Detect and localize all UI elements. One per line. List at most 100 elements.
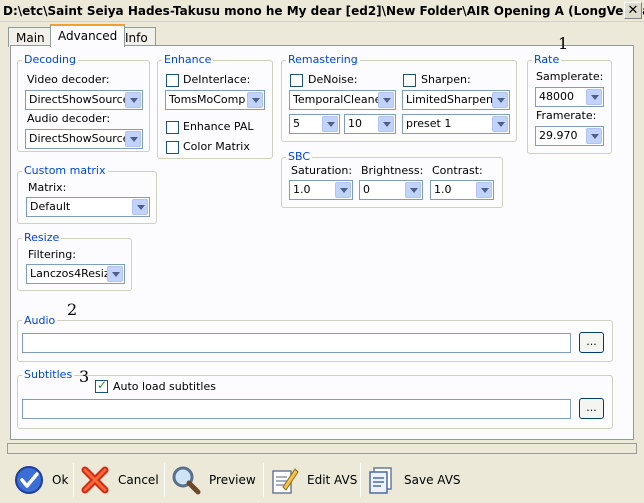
chevron-down-icon[interactable]	[335, 182, 351, 198]
audio-decoder-select[interactable]: DirectShowSource	[25, 129, 143, 149]
ok-label: Ok	[52, 473, 69, 487]
tab-main[interactable]: Main	[8, 27, 53, 47]
video-decoder-value: DirectShowSource	[29, 93, 130, 106]
toolbar-separator	[360, 463, 361, 497]
decoding-title: Decoding	[22, 53, 79, 66]
denoise-param2-select[interactable]: 10	[344, 114, 396, 134]
filtering-label: Filtering:	[28, 248, 76, 261]
matrix-select[interactable]: Default	[26, 197, 150, 217]
matrix-label: Matrix:	[28, 181, 67, 194]
window-title: D:\etc\Saint Seiya Hades-Takusu mono he …	[0, 0, 644, 22]
chevron-down-icon[interactable]	[378, 116, 394, 132]
samplerate-value: 48000	[539, 90, 574, 103]
filtering-select[interactable]: Lanczos4Resize	[26, 264, 125, 284]
samplerate-label: Samplerate:	[536, 70, 604, 83]
video-decoder-select[interactable]: DirectShowSource	[25, 90, 143, 110]
annotation-3: 3	[79, 367, 90, 386]
checkmark-icon	[14, 465, 44, 495]
framerate-label: Framerate:	[536, 109, 597, 122]
auto-load-subtitles-label: Auto load subtitles	[113, 380, 216, 393]
saturation-label: Saturation:	[291, 164, 353, 177]
framerate-select[interactable]: 29.970	[535, 126, 604, 146]
red-x-icon	[80, 465, 110, 495]
preview-label: Preview	[209, 473, 256, 487]
deinterlace-value: TomsMoComp	[169, 93, 246, 106]
custom-matrix-title: Custom matrix	[22, 164, 108, 177]
subtitles-file-input[interactable]	[22, 399, 571, 419]
audio-browse-button[interactable]: ...	[579, 332, 604, 353]
cancel-button[interactable]: Cancel	[80, 461, 159, 499]
toolbar-separator	[263, 463, 264, 497]
denoise-label: DeNoise:	[308, 73, 358, 86]
magnifier-icon	[171, 465, 201, 495]
contrast-select[interactable]: 1.0	[430, 180, 494, 200]
preview-button[interactable]: Preview	[171, 461, 256, 499]
saturation-select[interactable]: 1.0	[289, 180, 353, 200]
contrast-value: 1.0	[434, 183, 452, 196]
subtitles-title: Subtitles	[22, 368, 75, 381]
ok-button[interactable]: Ok	[14, 461, 68, 499]
sharpen-select[interactable]: LimitedSharpen	[402, 90, 510, 110]
framerate-value: 29.970	[539, 129, 578, 142]
close-button[interactable]: ✕	[624, 2, 642, 19]
toolbar-separator	[164, 463, 165, 497]
sharpen-value: LimitedSharpen	[406, 93, 493, 106]
chevron-down-icon[interactable]	[125, 131, 141, 147]
color-matrix-label: Color Matrix	[183, 140, 250, 153]
chevron-down-icon[interactable]	[476, 182, 492, 198]
denoise-checkbox[interactable]	[290, 74, 303, 87]
deinterlace-label: DeInterlace:	[183, 73, 251, 86]
edit-avs-label: Edit AVS	[307, 473, 358, 487]
progress-bar	[7, 443, 637, 454]
matrix-value: Default	[30, 200, 71, 213]
deinterlace-checkbox[interactable]	[166, 74, 179, 87]
brightness-select[interactable]: 0	[359, 180, 423, 200]
chevron-down-icon[interactable]	[378, 92, 394, 108]
denoise-value: TemporalCleaner	[293, 93, 386, 106]
enhance-pal-label: Enhance PAL	[183, 120, 254, 133]
subtitles-browse-button[interactable]: ...	[579, 398, 604, 419]
contrast-label: Contrast:	[432, 164, 483, 177]
resize-title: Resize	[22, 231, 62, 244]
cancel-label: Cancel	[118, 473, 159, 487]
brightness-value: 0	[363, 183, 370, 196]
chevron-down-icon[interactable]	[247, 92, 263, 108]
brightness-label: Brightness:	[361, 164, 424, 177]
saturation-value: 1.0	[293, 183, 311, 196]
audio-file-input[interactable]	[22, 333, 571, 353]
remastering-title: Remastering	[286, 53, 360, 66]
save-avs-button[interactable]: Save AVS	[366, 461, 461, 499]
toolbar-separator	[73, 463, 74, 497]
chevron-down-icon[interactable]	[586, 128, 602, 144]
denoise-select[interactable]: TemporalCleaner	[289, 90, 396, 110]
audio-decoder-value: DirectShowSource	[29, 132, 130, 145]
sharpen-preset-value: preset 1	[406, 117, 452, 130]
denoise-param1-select[interactable]: 5	[289, 114, 340, 134]
chevron-down-icon[interactable]	[107, 266, 123, 282]
denoise-param1-value: 5	[293, 117, 300, 130]
filtering-value: Lanczos4Resize	[30, 267, 117, 280]
chevron-down-icon[interactable]	[125, 92, 141, 108]
save-avs-label: Save AVS	[404, 473, 461, 487]
deinterlace-select[interactable]: TomsMoComp	[165, 90, 265, 110]
chevron-down-icon[interactable]	[132, 199, 148, 215]
samplerate-select[interactable]: 48000	[535, 87, 604, 107]
sharpen-checkbox[interactable]	[403, 74, 416, 87]
audio-decoder-label: Audio decoder:	[27, 112, 111, 125]
video-decoder-label: Video decoder:	[27, 73, 110, 86]
auto-load-subtitles-checkbox[interactable]	[95, 378, 108, 393]
save-documents-icon	[366, 465, 396, 495]
chevron-down-icon[interactable]	[405, 182, 421, 198]
enhance-pal-checkbox[interactable]	[166, 121, 179, 134]
chevron-down-icon[interactable]	[492, 116, 508, 132]
chevron-down-icon[interactable]	[322, 116, 338, 132]
chevron-down-icon[interactable]	[586, 89, 602, 105]
color-matrix-checkbox[interactable]	[166, 141, 179, 154]
edit-avs-button[interactable]: Edit AVS	[269, 461, 357, 499]
tab-advanced[interactable]: Advanced	[50, 24, 126, 47]
sharpen-label: Sharpen:	[421, 73, 471, 86]
chevron-down-icon[interactable]	[492, 92, 508, 108]
denoise-param2-value: 10	[348, 117, 362, 130]
sharpen-preset-select[interactable]: preset 1	[402, 114, 510, 134]
sbc-title: SBC	[286, 150, 313, 163]
